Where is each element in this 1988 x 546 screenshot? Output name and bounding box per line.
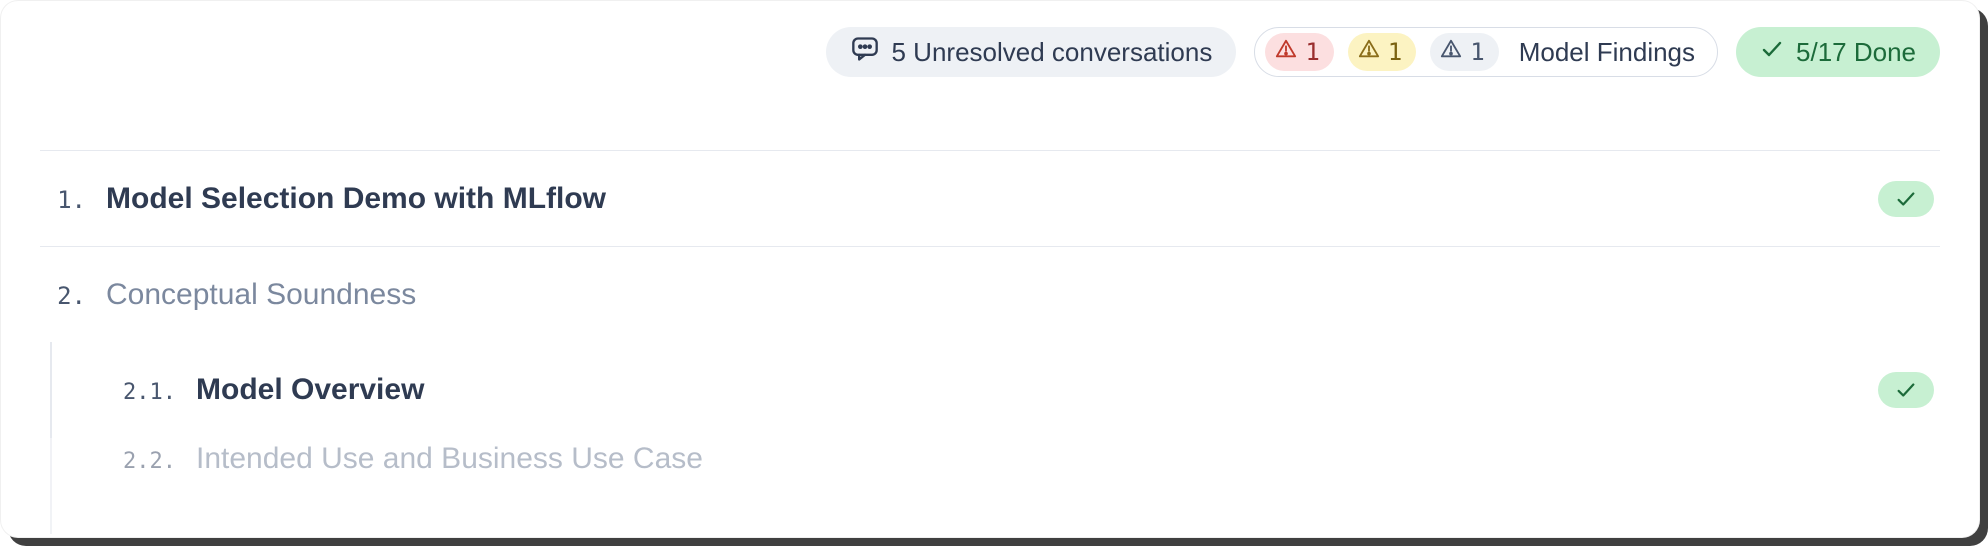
page-card: 5 Unresolved conversations 1 1 bbox=[0, 0, 1980, 538]
findings-red-count: 1 bbox=[1305, 38, 1319, 66]
findings-yellow-badge[interactable]: 1 bbox=[1348, 33, 1416, 71]
outline-row[interactable]: 2.1. Model Overview bbox=[50, 342, 1940, 438]
findings-grey-badge[interactable]: 1 bbox=[1430, 33, 1498, 71]
alert-triangle-icon bbox=[1440, 38, 1462, 66]
comment-icon bbox=[850, 35, 880, 70]
findings-grey-count: 1 bbox=[1470, 38, 1484, 66]
done-badge bbox=[1878, 372, 1934, 408]
done-progress-pill[interactable]: 5/17 Done bbox=[1736, 27, 1940, 77]
outline-title: Model Overview bbox=[196, 373, 424, 407]
outline-row[interactable]: 2.2. Intended Use and Business Use Case bbox=[50, 438, 1940, 534]
done-badge bbox=[1878, 181, 1934, 217]
findings-yellow-count: 1 bbox=[1388, 38, 1402, 66]
check-icon bbox=[1760, 37, 1784, 68]
findings-red-badge[interactable]: 1 bbox=[1265, 33, 1333, 71]
done-progress-label: 5/17 Done bbox=[1796, 37, 1916, 68]
outline-title: Conceptual Soundness bbox=[106, 278, 416, 312]
outline-title: Model Selection Demo with MLflow bbox=[106, 182, 606, 216]
outline-title: Intended Use and Business Use Case bbox=[196, 442, 703, 476]
alert-triangle-icon bbox=[1275, 38, 1297, 66]
unresolved-conversations-label: 5 Unresolved conversations bbox=[892, 37, 1213, 68]
unresolved-conversations-pill[interactable]: 5 Unresolved conversations bbox=[826, 27, 1237, 77]
outline-row[interactable]: 1. Model Selection Demo with MLflow bbox=[40, 150, 1940, 246]
model-findings-group[interactable]: 1 1 1 Model Findings bbox=[1254, 27, 1718, 77]
outline-number: 2. bbox=[46, 282, 86, 310]
outline-row[interactable]: 2. Conceptual Soundness bbox=[40, 246, 1940, 342]
outline-number: 1. bbox=[46, 186, 86, 214]
alert-triangle-icon bbox=[1358, 38, 1380, 66]
topbar: 5 Unresolved conversations 1 1 bbox=[0, 0, 1980, 80]
outline-list: 1. Model Selection Demo with MLflow 2. C… bbox=[0, 80, 1980, 534]
model-findings-label: Model Findings bbox=[1519, 37, 1695, 68]
outline-number: 2.2. bbox=[112, 449, 176, 474]
outline-number: 2.1. bbox=[112, 380, 176, 405]
